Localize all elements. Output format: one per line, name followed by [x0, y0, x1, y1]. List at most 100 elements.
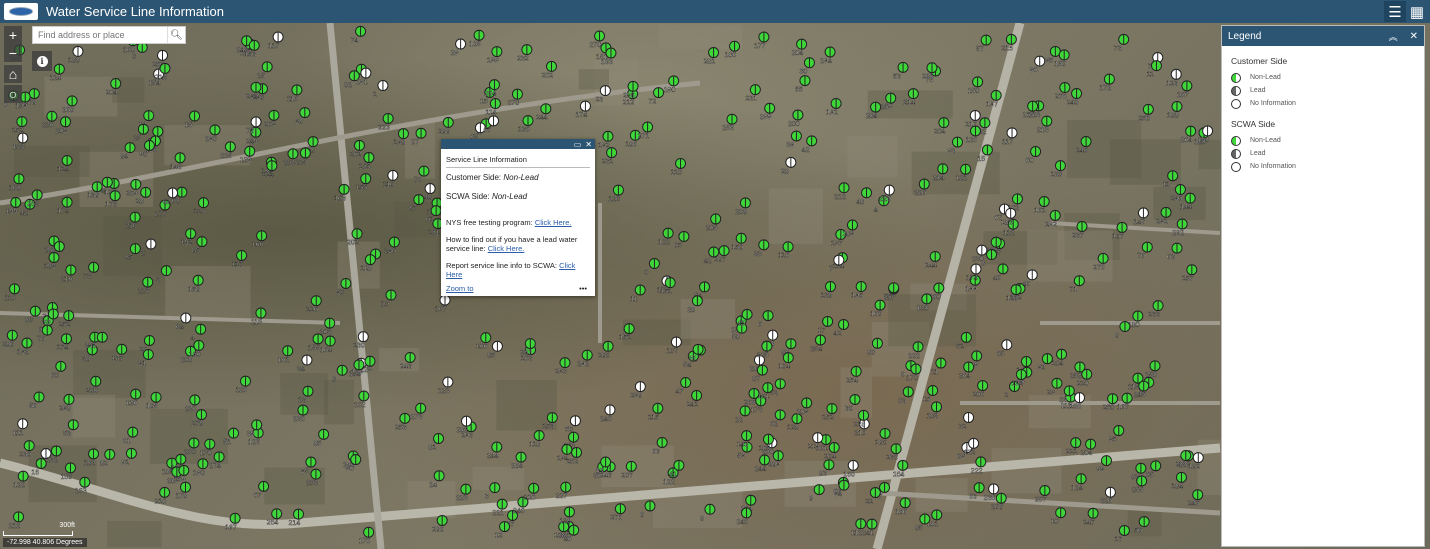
house-number: 249 [246, 138, 258, 145]
house-number: 121 [956, 175, 968, 182]
zoom-out-button[interactable]: − [4, 44, 22, 62]
house-number: 85 [314, 440, 322, 447]
house-number: 128 [917, 305, 929, 312]
house-number: 190 [664, 87, 676, 94]
house-number: 191 [356, 79, 368, 86]
house-number: 112 [1003, 230, 1014, 237]
house-number: 260 [184, 449, 196, 456]
house-number: 168 [9, 185, 21, 192]
nys-testing-link[interactable]: Click Here. [535, 218, 572, 227]
house-number: 62 [770, 421, 778, 428]
parcel-patch [323, 379, 354, 425]
house-number: 225 [220, 153, 232, 160]
house-number: 230 [886, 455, 898, 462]
house-number: 254 [810, 346, 822, 353]
house-number: 76 [414, 177, 422, 184]
more-actions-button[interactable]: ••• [579, 284, 587, 293]
house-number: 117 [1002, 139, 1013, 146]
zoom-to-link[interactable]: Zoom to [446, 284, 474, 293]
house-number: 129 [240, 157, 252, 164]
house-number: 71 [1069, 287, 1077, 294]
house-number: 95 [1109, 437, 1117, 444]
house-number: 174 [966, 275, 978, 282]
house-number: 213 [1037, 127, 1049, 134]
house-number: 30 [845, 405, 853, 412]
house-number: 262 [349, 151, 361, 158]
house-number: 75 [884, 294, 892, 301]
house-number: 244 [487, 453, 499, 460]
house-number: 226 [879, 196, 891, 203]
house-number: 101 [758, 394, 770, 401]
house-number: 203 [306, 480, 318, 487]
find-out-link[interactable]: Click Here. [488, 244, 525, 253]
house-number: 143 [737, 442, 749, 449]
popup-title: Service Line Information [446, 155, 590, 168]
house-number: 233 [1148, 312, 1160, 319]
house-number: 3 [92, 343, 96, 350]
house-number: 0 [901, 372, 905, 379]
house-number: 222 [971, 468, 983, 475]
house-number: 166 [252, 242, 264, 249]
legend-item: Non-Lead [1231, 135, 1424, 146]
info-button[interactable]: i [32, 51, 52, 71]
house-number: 53 [63, 431, 71, 438]
house-number: 46 [564, 536, 572, 543]
locate-icon: ○ [8, 86, 18, 102]
legend-panel: Legend ︽ ✕ Customer Side Non-Lead Lead No Inf… [1221, 25, 1425, 547]
house-number: 155 [308, 345, 320, 352]
map-view[interactable]: 1306920427666335177214233301741881519715… [0, 23, 1430, 549]
house-number: 220 [1077, 380, 1089, 387]
app-title: Water Service Line Information [46, 4, 224, 19]
house-number: 281 [704, 59, 716, 66]
house-number: 11 [630, 296, 637, 303]
house-number: 219 [808, 444, 820, 451]
house-number: 246 [1076, 148, 1088, 155]
house-number: 41 [669, 471, 677, 478]
house-number: 253 [722, 125, 734, 132]
house-number: 204 [824, 454, 836, 461]
search-widget: 🔍︎ [32, 26, 186, 44]
legend-symbol-icon [1231, 135, 1241, 146]
house-number: 188 [68, 57, 80, 64]
list-icon: ☰ [1388, 3, 1402, 21]
house-number: 163 [75, 488, 87, 495]
zoom-in-button[interactable]: + [4, 26, 22, 44]
house-number: 186 [625, 141, 637, 148]
parcel-patch [165, 266, 251, 319]
house-number: 15 [977, 156, 985, 163]
house-number: 25 [257, 73, 265, 80]
search-input[interactable] [33, 27, 167, 43]
house-number: 192 [1011, 380, 1023, 387]
house-number: 67 [484, 127, 492, 134]
house-number: 164 [893, 471, 905, 478]
search-button[interactable]: 🔍︎ [167, 27, 185, 43]
close-legend-icon[interactable]: ✕ [1410, 31, 1418, 42]
basemap-button[interactable]: ▦ [1406, 1, 1428, 22]
house-number: 4 [874, 207, 878, 214]
house-number: 280 [432, 526, 444, 533]
house-number: 48 [857, 199, 865, 206]
collapse-icon[interactable]: ︽ [1389, 30, 1398, 43]
house-number: 174 [575, 112, 587, 119]
locate-button[interactable]: ○ [4, 85, 22, 103]
home-button[interactable]: ⌂ [4, 65, 22, 83]
maximize-icon[interactable]: ▭ [574, 140, 582, 149]
legend-button[interactable]: ☰ [1384, 1, 1406, 22]
house-number: 150 [1054, 61, 1066, 68]
house-number: 214 [903, 100, 915, 107]
parcel-patch [847, 136, 898, 178]
house-number: 172 [1099, 85, 1111, 92]
house-number: 138 [87, 193, 99, 200]
house-number: 123 [248, 439, 260, 446]
house-number: 258 [1145, 372, 1157, 379]
house-number: 92 [1037, 365, 1045, 372]
parcel-patch [680, 298, 736, 339]
house-number: 137 [112, 355, 124, 362]
house-number: 174 [57, 208, 69, 215]
close-popup-icon[interactable]: ✕ [585, 140, 592, 149]
house-number: 289 [842, 231, 854, 238]
house-number: 247 [1188, 501, 1200, 508]
house-number: 255 [1132, 487, 1144, 494]
house-number: 64 [176, 324, 184, 331]
house-number: 183 [927, 413, 939, 420]
